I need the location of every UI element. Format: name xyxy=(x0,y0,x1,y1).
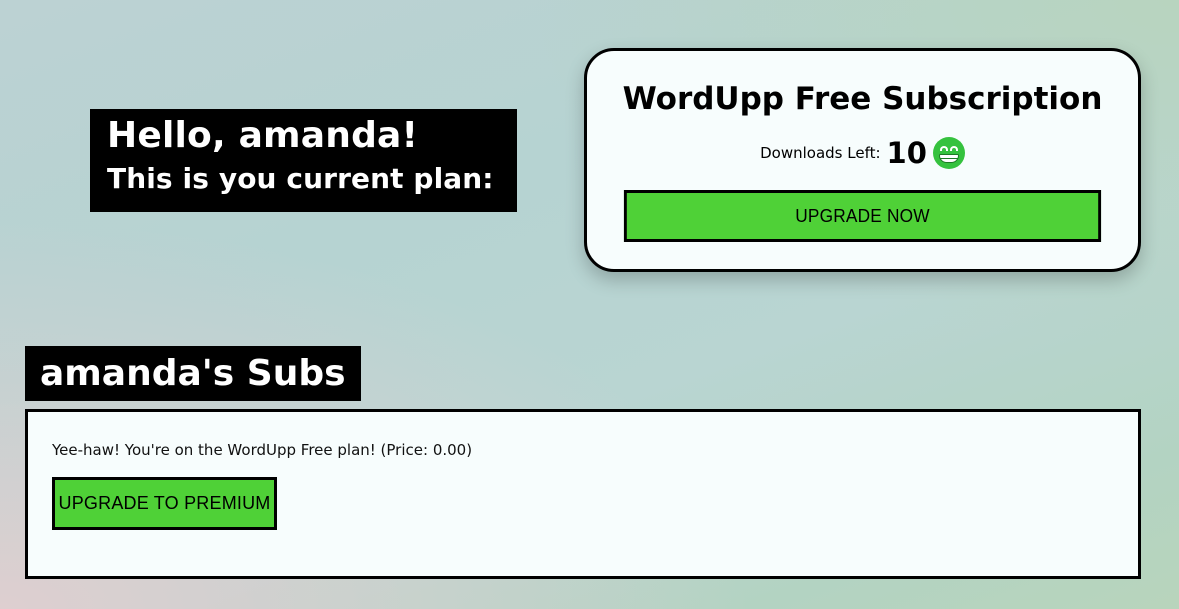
downloads-count: 10 xyxy=(886,136,927,170)
downloads-left: Downloads Left: 10 xyxy=(587,135,1138,171)
current-plan-text: Yee-haw! You're on the WordUpp Free plan… xyxy=(52,441,473,459)
subscription-card: WordUpp Free Subscription Downloads Left… xyxy=(584,48,1141,272)
subs-panel: Yee-haw! You're on the WordUpp Free plan… xyxy=(25,409,1141,579)
greeting-title: Hello, amanda! xyxy=(107,115,419,156)
emoji-left-eye xyxy=(939,146,948,151)
subs-heading: amanda's Subs xyxy=(25,346,361,401)
upgrade-to-premium-button[interactable]: UPGRADE TO PREMIUM xyxy=(52,477,277,530)
greeting-banner: Hello, amanda! This is you current plan: xyxy=(90,109,517,212)
emoji-right-eye xyxy=(949,146,958,151)
subscription-title: WordUpp Free Subscription xyxy=(622,81,1103,117)
upgrade-now-button[interactable]: UPGRADE NOW xyxy=(623,190,1102,242)
downloads-label: Downloads Left: xyxy=(760,144,881,162)
greeting-subtitle: This is you current plan: xyxy=(107,162,494,195)
emoji-grin xyxy=(938,154,959,163)
grinning-face-icon xyxy=(932,137,965,169)
